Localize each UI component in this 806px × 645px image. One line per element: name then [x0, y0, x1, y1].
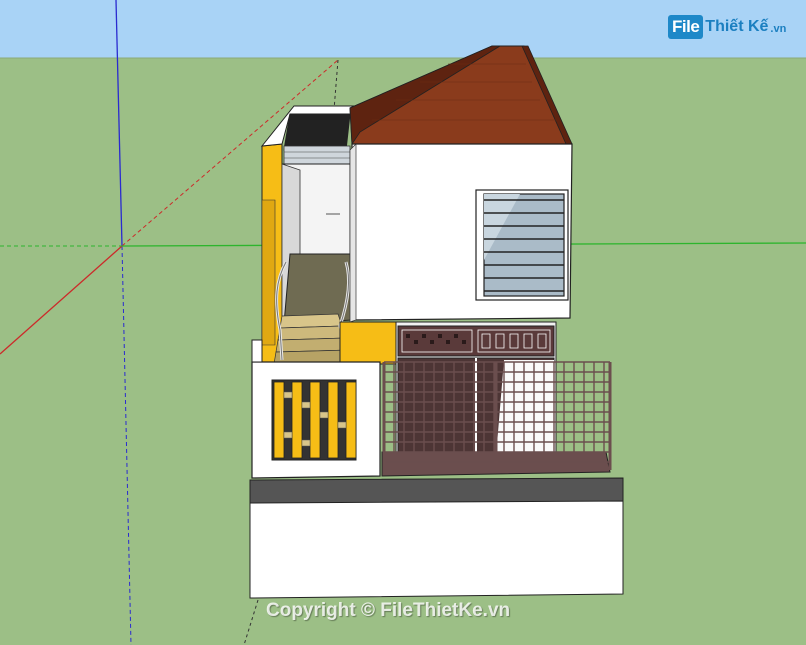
- filethietke-logo: File Thiết Kế .vn: [668, 14, 786, 40]
- logo-thiet-ke-text: Thiết Kế: [705, 18, 769, 35]
- base-podium[interactable]: [249, 500, 624, 599]
- ground-slab-top[interactable]: [249, 477, 624, 505]
- roof-opening: [283, 113, 351, 151]
- 3d-model-viewport[interactable]: File Thiết Kế .vn Copyright © FileThietK…: [0, 0, 806, 645]
- logo-file-badge: File: [668, 15, 704, 39]
- upper-floor-edge: [349, 143, 357, 323]
- stair-landing: [283, 253, 353, 325]
- decorative-transom: [397, 325, 555, 357]
- stair-step-2: [277, 325, 347, 341]
- logo-tld-text: .vn: [770, 23, 787, 35]
- skylight-frame: [283, 145, 351, 165]
- copyright-watermark: Copyright © FileThietKe.vn: [266, 600, 511, 621]
- stair-step-3: [275, 337, 351, 353]
- left-yellow-pillar: [261, 199, 276, 346]
- gate-block-top: [251, 339, 263, 363]
- house-model-scene[interactable]: [0, 0, 806, 645]
- lower-yellow-wall[interactable]: [339, 321, 397, 365]
- stair-step-1: [279, 313, 343, 329]
